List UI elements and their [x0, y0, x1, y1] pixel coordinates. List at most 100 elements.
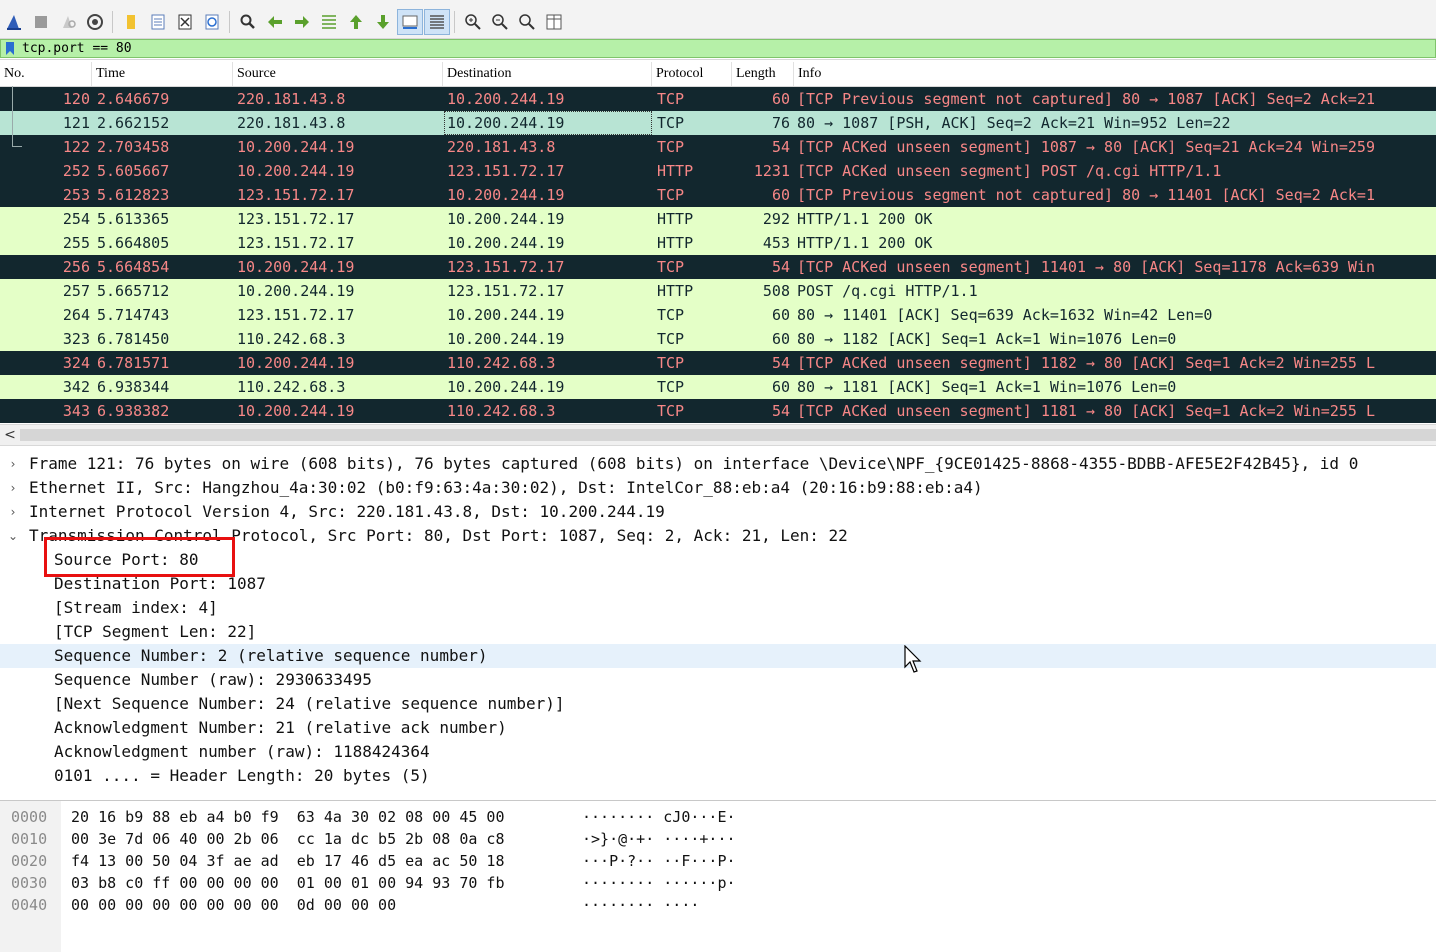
tree-item-frame[interactable]: › Frame 121: 76 bytes on wire (608 bits)… — [0, 452, 1436, 476]
packet-cell-time: 2.662152 — [97, 114, 170, 132]
tcp-field-sequence-number[interactable]: Sequence Number: 2 (relative sequence nu… — [0, 644, 1436, 668]
packet-row[interactable]: 253 5.612823 123.151.72.17 10.200.244.19 TCP… — [0, 183, 1436, 207]
reload-icon[interactable] — [199, 9, 225, 35]
packet-row[interactable]: 324 6.781571 10.200.244.19 110.242.68.3 TCP 5… — [0, 351, 1436, 375]
shark-fin-start-icon[interactable] — [1, 9, 27, 35]
packet-cell-no: 264 — [62, 306, 90, 324]
packet-list-header: No. Time Source Destination Protocol Len… — [0, 62, 1436, 87]
field-label: [Stream index: 4] — [54, 598, 218, 617]
tree-item-ip[interactable]: › Internet Protocol Version 4, Src: 220.… — [0, 500, 1436, 524]
stop-icon[interactable] — [28, 9, 54, 35]
packet-row[interactable]: 254 5.613365 123.151.72.17 10.200.244.19 HTT… — [0, 207, 1436, 231]
collapse-arrow-icon[interactable]: ⌄ — [6, 524, 20, 548]
packet-cell-no: 256 — [62, 258, 90, 276]
column-header-source[interactable]: Source — [233, 62, 443, 86]
go-first-icon[interactable] — [343, 9, 369, 35]
bytes-offset: 0010 — [11, 830, 48, 848]
column-header-destination[interactable]: Destination — [443, 62, 652, 86]
tcp-field-next-sequence[interactable]: [Next Sequence Number: 24 (relative sequ… — [0, 692, 1436, 716]
packet-cell-info: [TCP ACKed unseen segment] 1181 → 80 [AC… — [797, 402, 1375, 420]
packet-cell-time: 2.646679 — [97, 90, 170, 108]
go-last-icon[interactable] — [370, 9, 396, 35]
packet-cell-no: 253 — [62, 186, 90, 204]
packet-cell-dst: 10.200.244.19 — [447, 306, 565, 324]
close-file-icon[interactable] — [172, 9, 198, 35]
go-forward-icon[interactable] — [289, 9, 315, 35]
expand-arrow-icon[interactable]: › — [6, 500, 20, 524]
packet-cell-info: [TCP Previous segment not captured] 80 →… — [797, 186, 1375, 204]
restart-icon[interactable] — [55, 9, 81, 35]
bytes-row[interactable]: 0010 00 3e 7d 06 40 00 2b 06 cc 1a dc b5 … — [0, 828, 1436, 850]
packet-cell-info: [TCP Previous segment not captured] 80 →… — [797, 90, 1375, 108]
packet-list-hscrollbar[interactable]: < — [0, 424, 1436, 446]
column-header-no[interactable]: No. — [0, 62, 92, 86]
packet-row[interactable]: 121 2.662152 220.181.43.8 10.200.244.19 TCP 7… — [0, 111, 1436, 135]
save-file-icon[interactable] — [145, 9, 171, 35]
display-filter-input[interactable]: tcp.port == 80 — [0, 39, 1436, 58]
expand-arrow-icon[interactable]: › — [6, 476, 20, 500]
packet-cell-dst: 10.200.244.19 — [447, 186, 565, 204]
tree-item-ethernet[interactable]: › Ethernet II, Src: Hangzhou_4a:30:02 (b… — [0, 476, 1436, 500]
packet-row[interactable]: 120 2.646679 220.181.43.8 10.200.244.19 TCP 6… — [0, 87, 1436, 111]
field-label: [TCP Segment Len: 22] — [54, 622, 257, 641]
packet-cell-time: 6.938382 — [97, 402, 170, 420]
packet-row[interactable]: 342 6.938344 110.242.68.3 10.200.244.19 TCP 6… — [0, 375, 1436, 399]
packet-row[interactable]: 257 5.665712 10.200.244.19 123.151.72.17 HTT… — [0, 279, 1436, 303]
tcp-field-ack-raw[interactable]: Acknowledgment number (raw): 1188424364 — [0, 740, 1436, 764]
bytes-ascii: ···P·?·· ··F···P· — [582, 852, 736, 870]
packet-cell-proto: TCP — [657, 330, 685, 348]
go-back-icon[interactable] — [262, 9, 288, 35]
field-label: Acknowledgment number (raw): 1188424364 — [54, 742, 430, 761]
open-folder-icon[interactable] — [118, 9, 144, 35]
packet-cell-len: 54 — [771, 354, 790, 372]
packet-cell-info: 80 → 1181 [ACK] Seq=1 Ack=1 Win=1076 Len… — [797, 378, 1177, 396]
column-header-info[interactable]: Info — [794, 62, 1436, 86]
scroll-thumb[interactable] — [20, 429, 1436, 441]
packet-cell-dst: 10.200.244.19 — [444, 111, 652, 135]
packet-cell-no: 121 — [62, 114, 90, 132]
bytes-ascii: ········ cJ0···E· — [582, 808, 736, 826]
bytes-hex: 00 3e 7d 06 40 00 2b 06 cc 1a dc b5 2b 0… — [71, 830, 505, 848]
expand-arrow-icon[interactable]: › — [6, 452, 20, 476]
zoom-in-icon[interactable] — [460, 9, 486, 35]
packet-cell-time: 5.714743 — [97, 306, 170, 324]
bytes-row[interactable]: 0040 00 00 00 00 00 00 00 00 0d 00 00 00 ·… — [0, 894, 1436, 916]
packet-row[interactable]: 122 2.703458 10.200.244.19 220.181.43.8 TCP 5… — [0, 135, 1436, 159]
options-gear-icon[interactable] — [82, 9, 108, 35]
packet-cell-len: 292 — [762, 210, 790, 228]
mouse-cursor-icon — [904, 644, 924, 675]
zoom-out-icon[interactable] — [487, 9, 513, 35]
resize-columns-icon[interactable] — [541, 9, 567, 35]
packet-row[interactable]: 256 5.664854 10.200.244.19 123.151.72.17 TCP… — [0, 255, 1436, 279]
tcp-field-stream-index[interactable]: [Stream index: 4] — [0, 596, 1436, 620]
bytes-row[interactable]: 0020 f4 13 00 50 04 3f ae ad eb 17 46 d5 … — [0, 850, 1436, 872]
packet-cell-len: 60 — [771, 330, 790, 348]
tcp-field-ack-number[interactable]: Acknowledgment Number: 21 (relative ack … — [0, 716, 1436, 740]
packet-row[interactable]: 255 5.664805 123.151.72.17 10.200.244.19 HTT… — [0, 231, 1436, 255]
field-label: [Next Sequence Number: 24 (relative sequ… — [54, 694, 565, 713]
tcp-field-header-length[interactable]: 0101 .... = Header Length: 20 bytes (5) — [0, 764, 1436, 788]
colorize-icon[interactable] — [424, 9, 450, 35]
bookmark-icon[interactable] — [1, 40, 19, 57]
bytes-row[interactable]: 0030 03 b8 c0 ff 00 00 00 00 01 00 01 00 … — [0, 872, 1436, 894]
column-header-length[interactable]: Length — [732, 62, 794, 86]
bytes-row[interactable]: 0000 20 16 b9 88 eb a4 b0 f9 63 4a 30 02 … — [0, 806, 1436, 828]
packet-row[interactable]: 343 6.938382 10.200.244.19 110.242.68.3 TCP 5… — [0, 399, 1436, 423]
packet-cell-len: 60 — [771, 378, 790, 396]
packet-cell-src: 123.151.72.17 — [237, 234, 355, 252]
scroll-left-icon[interactable]: < — [2, 425, 18, 445]
find-icon[interactable] — [235, 9, 261, 35]
column-header-time[interactable]: Time — [92, 62, 233, 86]
tcp-field-segment-len[interactable]: [TCP Segment Len: 22] — [0, 620, 1436, 644]
bytes-offset: 0030 — [11, 874, 48, 892]
packet-row[interactable]: 323 6.781450 110.242.68.3 10.200.244.19 TCP 6… — [0, 327, 1436, 351]
autoscroll-icon[interactable] — [397, 9, 423, 35]
tcp-field-sequence-raw[interactable]: Sequence Number (raw): 2930633495 — [0, 668, 1436, 692]
packet-cell-time: 5.664854 — [97, 258, 170, 276]
go-to-packet-icon[interactable] — [316, 9, 342, 35]
packet-cell-info: POST /q.cgi HTTP/1.1 — [797, 282, 978, 300]
packet-row[interactable]: 264 5.714743 123.151.72.17 10.200.244.19 TCP… — [0, 303, 1436, 327]
packet-row[interactable]: 252 5.605667 10.200.244.19 123.151.72.17 HTT… — [0, 159, 1436, 183]
normal-size-icon[interactable] — [514, 9, 540, 35]
column-header-protocol[interactable]: Protocol — [652, 62, 732, 86]
